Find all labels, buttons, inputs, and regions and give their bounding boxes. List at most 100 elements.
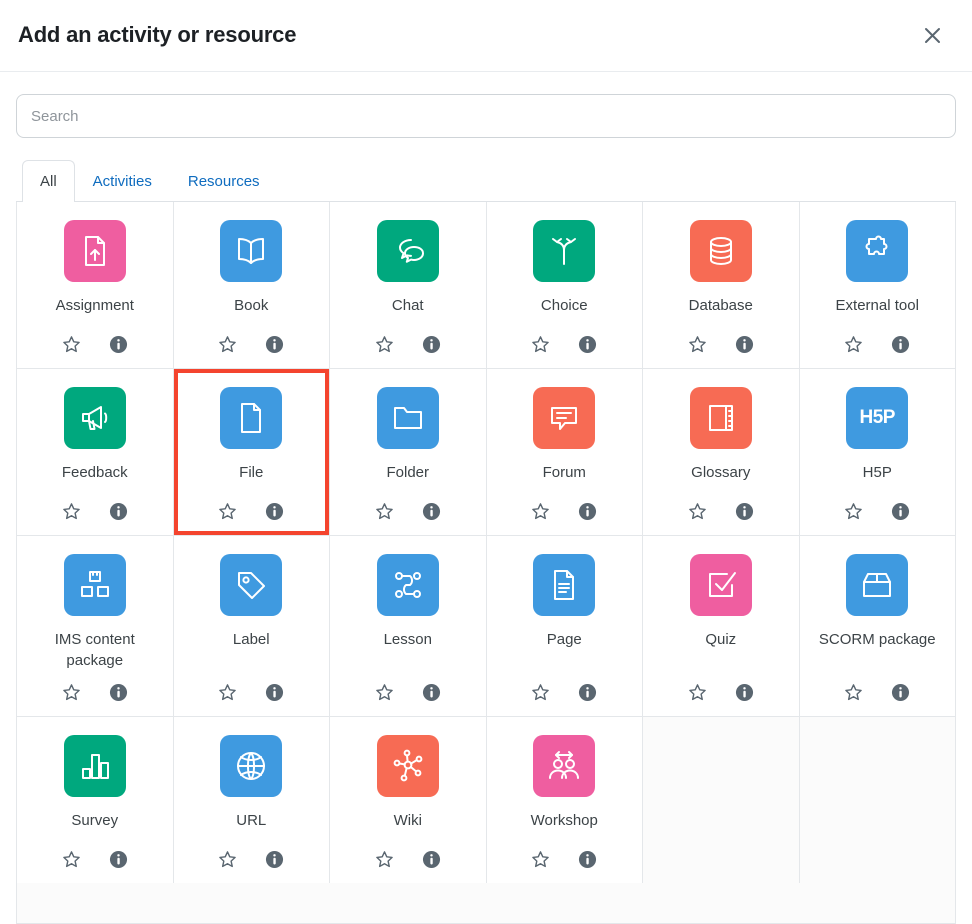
star-icon[interactable] bbox=[218, 850, 237, 869]
star-icon[interactable] bbox=[218, 335, 237, 354]
choice-icon bbox=[533, 219, 596, 282]
activity-tile-choice[interactable]: Choice bbox=[486, 201, 642, 368]
activity-tile-label: File bbox=[239, 463, 264, 481]
info-icon[interactable] bbox=[891, 335, 910, 354]
puzzle-icon bbox=[846, 219, 909, 282]
survey-chart-icon bbox=[63, 735, 126, 798]
activity-tile-file[interactable]: File bbox=[173, 368, 329, 535]
activity-tile-external-tool[interactable]: External tool bbox=[799, 201, 955, 368]
info-icon[interactable] bbox=[578, 850, 597, 869]
star-icon[interactable] bbox=[531, 683, 550, 702]
activity-tile-lesson[interactable]: Lesson bbox=[330, 535, 486, 717]
activity-tile-wiki[interactable]: Wiki bbox=[330, 717, 486, 884]
activity-tile-chat[interactable]: Chat bbox=[330, 201, 486, 368]
activity-tile-folder[interactable]: Folder bbox=[330, 368, 486, 535]
star-icon[interactable] bbox=[62, 850, 81, 869]
search-input[interactable] bbox=[16, 94, 956, 138]
ims-package-icon bbox=[63, 553, 126, 616]
activity-tile-label: IMS content package bbox=[54, 630, 135, 669]
star-icon[interactable] bbox=[688, 683, 707, 702]
info-icon[interactable] bbox=[265, 850, 284, 869]
activity-tile-actions bbox=[688, 323, 754, 354]
activity-tile-database[interactable]: Database bbox=[643, 201, 799, 368]
close-icon[interactable] bbox=[912, 16, 952, 56]
activity-grid-scroll[interactable]: Assignment Book Chat Choice Database External… bbox=[16, 201, 956, 924]
star-icon[interactable] bbox=[844, 335, 863, 354]
database-icon bbox=[689, 219, 752, 282]
info-icon[interactable] bbox=[578, 502, 597, 521]
star-icon[interactable] bbox=[531, 502, 550, 521]
star-icon[interactable] bbox=[375, 850, 394, 869]
activity-tile-forum[interactable]: Forum bbox=[486, 368, 642, 535]
search-container bbox=[16, 94, 956, 138]
star-icon[interactable] bbox=[62, 335, 81, 354]
star-icon[interactable] bbox=[375, 335, 394, 354]
info-icon[interactable] bbox=[422, 850, 441, 869]
star-icon[interactable] bbox=[688, 335, 707, 354]
activity-tile-actions bbox=[218, 323, 284, 354]
info-icon[interactable] bbox=[109, 850, 128, 869]
tab-activities[interactable]: Activities bbox=[75, 160, 170, 202]
info-icon[interactable] bbox=[578, 683, 597, 702]
activity-tile-label[interactable]: Label bbox=[173, 535, 329, 717]
activity-tile-page[interactable]: Page bbox=[486, 535, 642, 717]
modal-body: AllActivitiesResources Assignment Book Cha… bbox=[0, 72, 972, 924]
activity-tile-actions bbox=[375, 490, 441, 521]
activity-grid: Assignment Book Chat Choice Database External… bbox=[17, 201, 955, 884]
info-icon[interactable] bbox=[109, 335, 128, 354]
info-icon[interactable] bbox=[265, 683, 284, 702]
activity-tile-actions bbox=[62, 490, 128, 521]
activity-tile-actions bbox=[62, 671, 128, 702]
star-icon[interactable] bbox=[688, 502, 707, 521]
info-icon[interactable] bbox=[735, 335, 754, 354]
star-icon[interactable] bbox=[531, 850, 550, 869]
activity-tile-url[interactable]: URL bbox=[173, 717, 329, 884]
star-icon[interactable] bbox=[62, 502, 81, 521]
star-icon[interactable] bbox=[844, 502, 863, 521]
activity-tile-label: Chat bbox=[391, 296, 424, 314]
globe-icon bbox=[220, 735, 283, 798]
info-icon[interactable] bbox=[735, 502, 754, 521]
activity-tile-actions bbox=[531, 490, 597, 521]
star-icon[interactable] bbox=[844, 683, 863, 702]
modal-header: Add an activity or resource bbox=[0, 0, 972, 72]
activity-tile-quiz[interactable]: Quiz bbox=[643, 535, 799, 717]
star-icon[interactable] bbox=[62, 683, 81, 702]
activity-tile-book[interactable]: Book bbox=[173, 201, 329, 368]
info-icon[interactable] bbox=[109, 502, 128, 521]
activity-tile-label: Book bbox=[234, 296, 269, 314]
tab-resources[interactable]: Resources bbox=[170, 160, 278, 202]
activity-tile-glossary[interactable]: Glossary bbox=[643, 368, 799, 535]
activity-tile-actions bbox=[531, 323, 597, 354]
info-icon[interactable] bbox=[891, 683, 910, 702]
activity-tile-actions bbox=[62, 323, 128, 354]
activity-tile-ims-content-package[interactable]: IMS content package bbox=[17, 535, 173, 717]
star-icon[interactable] bbox=[218, 683, 237, 702]
info-icon[interactable] bbox=[422, 683, 441, 702]
activity-tile-survey[interactable]: Survey bbox=[17, 717, 173, 884]
info-icon[interactable] bbox=[422, 502, 441, 521]
info-icon[interactable] bbox=[422, 335, 441, 354]
star-icon[interactable] bbox=[375, 502, 394, 521]
info-icon[interactable] bbox=[578, 335, 597, 354]
info-icon[interactable] bbox=[265, 335, 284, 354]
activity-tile-workshop[interactable]: Workshop bbox=[486, 717, 642, 884]
star-icon[interactable] bbox=[375, 683, 394, 702]
activity-tile-scorm-package[interactable]: SCORM package bbox=[799, 535, 955, 717]
info-icon[interactable] bbox=[891, 502, 910, 521]
activity-tile-actions bbox=[844, 323, 910, 354]
activity-tile-h5p[interactable]: H5P H5P bbox=[799, 368, 955, 535]
activity-tile-label: Quiz bbox=[705, 630, 737, 648]
tab-all[interactable]: All bbox=[22, 160, 75, 202]
activity-tile-label: External tool bbox=[835, 296, 919, 314]
activity-tile-actions bbox=[375, 323, 441, 354]
star-icon[interactable] bbox=[218, 502, 237, 521]
activity-tile-assignment[interactable]: Assignment bbox=[17, 201, 173, 368]
info-icon[interactable] bbox=[109, 683, 128, 702]
star-icon[interactable] bbox=[531, 335, 550, 354]
info-icon[interactable] bbox=[265, 502, 284, 521]
activity-tile-feedback[interactable]: Feedback bbox=[17, 368, 173, 535]
info-icon[interactable] bbox=[735, 683, 754, 702]
activity-tile-actions bbox=[375, 671, 441, 702]
activity-tile-actions bbox=[688, 671, 754, 702]
